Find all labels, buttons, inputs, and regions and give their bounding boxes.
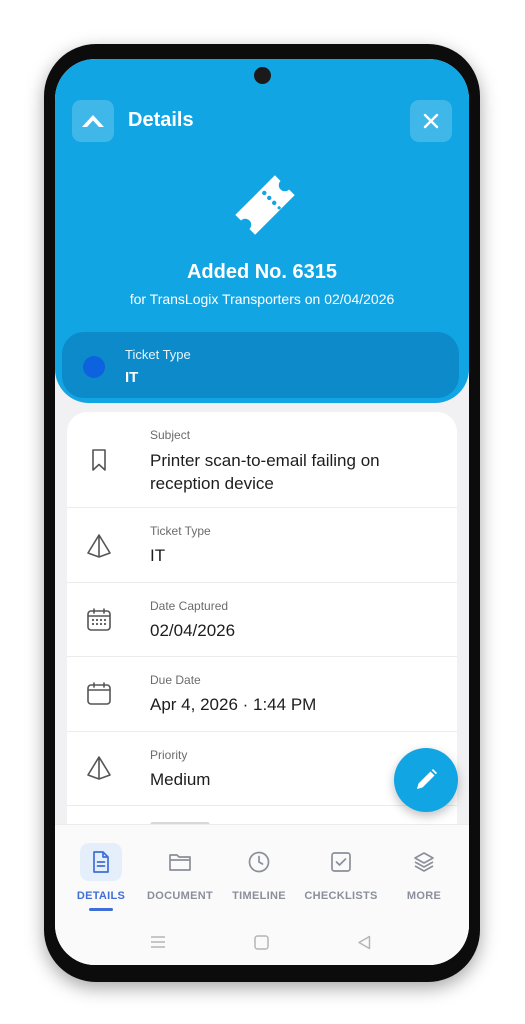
calendar-icon [85, 680, 113, 708]
pencil-icon [417, 769, 437, 789]
phone-frame: Details Added No. 6315 for TransLogix Tr… [44, 44, 480, 982]
home-button[interactable] [254, 935, 269, 950]
checkbox-icon [320, 843, 362, 881]
details-card: Subject Printer scan-to-email failing on… [67, 412, 457, 882]
detail-label: Priority [150, 748, 188, 762]
detail-label: Date Captured [150, 599, 229, 613]
tab-checklists[interactable]: CHECKLISTS [300, 843, 382, 913]
detail-row-subject[interactable]: Subject Printer scan-to-email failing on… [67, 412, 457, 508]
front-camera [254, 67, 271, 84]
ticket-subtitle: for TransLogix Transporters on 02/04/202… [129, 291, 395, 307]
ticket-number-title: Added No. 6315 [186, 261, 338, 283]
detail-value: Printer scan-to-email failing on recepti… [150, 451, 380, 493]
edit-fab-button[interactable] [394, 748, 458, 812]
detail-value: 02/04/2026 [150, 621, 236, 640]
detail-row-date-captured[interactable]: Date Captured 02/04/2026 [67, 583, 457, 657]
calendar-grid-icon [85, 606, 113, 634]
detail-label: Ticket Type [150, 524, 211, 538]
priority-diamond-icon [85, 754, 113, 782]
detail-value: Apr 4, 2026 · 1:44 PM [150, 695, 317, 714]
tab-label: DETAILS [76, 890, 126, 902]
recent-apps-button[interactable] [150, 935, 166, 949]
clock-icon [238, 843, 280, 881]
tab-details[interactable]: DETAILS [60, 843, 142, 913]
tab-more[interactable]: MORE [383, 843, 465, 913]
page-title: Details [128, 109, 194, 131]
detail-label: Subject [150, 428, 191, 442]
tab-document[interactable]: DOCUMENT [139, 843, 221, 913]
active-tab-indicator [89, 908, 113, 911]
ticket-icon [227, 167, 303, 243]
ticket-type-card-label: Ticket Type [125, 347, 191, 362]
tab-timeline[interactable]: TIMELINE [218, 843, 300, 913]
detail-value: IT [150, 546, 166, 565]
tab-label: TIMELINE [232, 890, 286, 902]
screen: Details Added No. 6315 for TransLogix Tr… [55, 59, 469, 965]
app-logo-icon [82, 115, 104, 127]
detail-row-ticket-type[interactable]: Ticket Type IT [67, 508, 457, 583]
tab-label: CHECKLISTS [304, 890, 378, 902]
app-logo-button[interactable] [72, 100, 114, 142]
document-icon [80, 843, 122, 881]
ticket-type-card-value: IT [125, 369, 139, 386]
header: Details Added No. 6315 for TransLogix Tr… [55, 59, 469, 403]
detail-row-due-date[interactable]: Due Date Apr 4, 2026 · 1:44 PM [67, 657, 457, 732]
layers-icon [403, 843, 445, 881]
close-icon [423, 113, 439, 129]
ticket-type-color-dot [83, 356, 105, 378]
priority-diamond-icon [85, 532, 113, 560]
ticket-type-card: Ticket Type IT [62, 332, 459, 398]
system-navigation-bar [55, 927, 469, 957]
detail-label: Due Date [150, 673, 201, 687]
tab-label: DOCUMENT [147, 890, 213, 902]
back-button[interactable] [357, 935, 371, 950]
bookmark-icon [85, 446, 113, 474]
folder-icon [159, 843, 201, 881]
close-button[interactable] [410, 100, 452, 142]
tab-label: MORE [406, 890, 442, 902]
